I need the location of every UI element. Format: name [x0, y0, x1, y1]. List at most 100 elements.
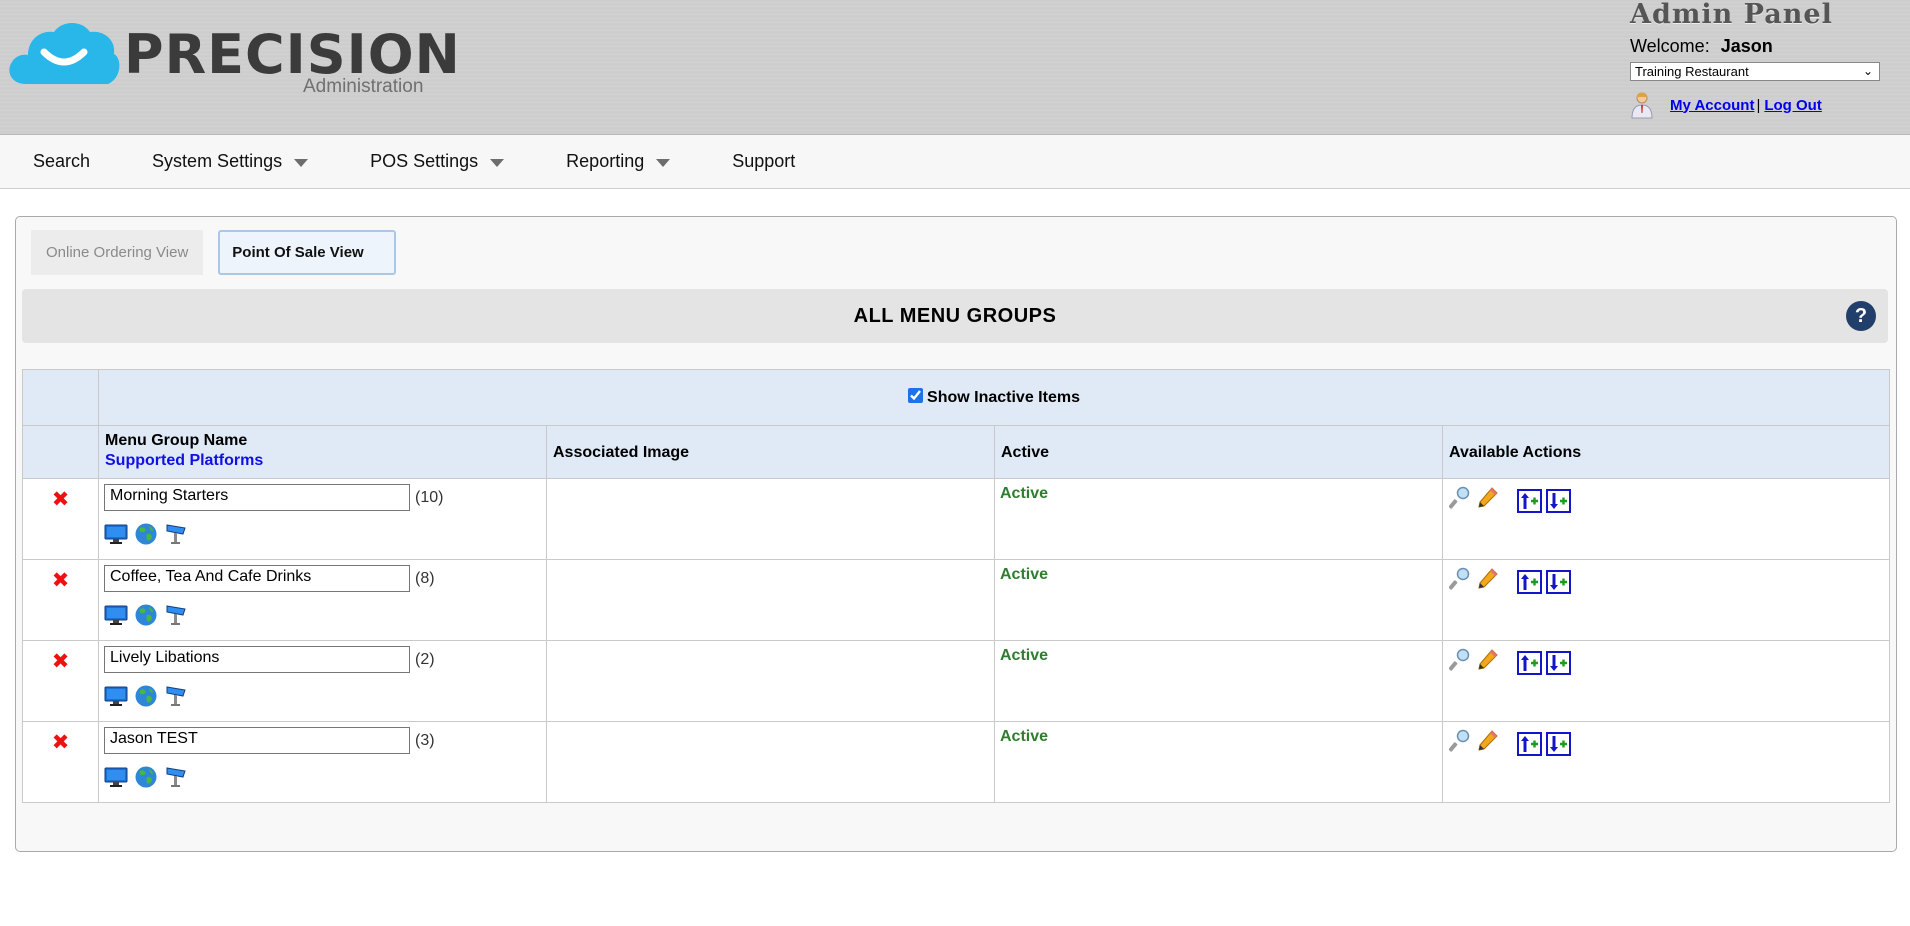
table-row: ✖ Lively Libations (2) Active	[22, 640, 1890, 722]
nav-system-settings[interactable]: System Settings	[152, 151, 309, 172]
status-cell: Active	[994, 478, 1443, 560]
nav-reporting[interactable]: Reporting	[566, 151, 671, 172]
link-separator: |	[1756, 96, 1761, 114]
view-icon[interactable]	[1448, 486, 1471, 515]
panel-title: Admin Panel	[1630, 0, 1833, 30]
nav-pos-settings[interactable]: POS Settings	[370, 151, 505, 172]
monitor-icon	[104, 522, 128, 546]
move-down-icon[interactable]	[1546, 488, 1571, 513]
delete-cell: ✖	[22, 721, 99, 803]
supported-platforms	[104, 765, 546, 789]
move-up-icon[interactable]	[1517, 731, 1542, 756]
status-label: Active	[1000, 566, 1049, 583]
show-inactive-toggle[interactable]: Show Inactive Items	[908, 388, 1080, 406]
delete-icon[interactable]: ✖	[52, 487, 70, 511]
content-panel: Online Ordering View Point Of Sale View …	[15, 216, 1897, 852]
log-out-link[interactable]: Log Out	[1764, 97, 1821, 114]
my-account-link[interactable]: My Account	[1670, 97, 1754, 114]
nav-label: POS Settings	[370, 151, 479, 171]
view-icon[interactable]	[1448, 729, 1471, 758]
monitor-icon	[104, 684, 128, 708]
menu-group-name-input[interactable]: Lively Libations	[104, 646, 410, 673]
menu-group-name-input[interactable]: Jason TEST	[104, 727, 410, 754]
filter-cell: Show Inactive Items	[98, 369, 1890, 426]
move-up-icon[interactable]	[1517, 488, 1542, 513]
globe-icon	[134, 684, 158, 708]
col-image-label: Associated Image	[553, 444, 690, 461]
move-down-icon[interactable]	[1546, 731, 1571, 756]
supported-platforms	[104, 603, 546, 627]
view-icon[interactable]	[1448, 648, 1471, 677]
globe-icon	[134, 765, 158, 789]
restaurant-select[interactable]: Training Restaurant ⌄	[1630, 62, 1880, 81]
kiosk-icon	[164, 684, 188, 708]
table-body: ✖ Morning Starters (10) Active ✖ Coffee,…	[22, 478, 1890, 803]
image-cell	[546, 559, 995, 641]
actions-cell	[1442, 640, 1890, 722]
name-cell: Coffee, Tea And Cafe Drinks (8)	[98, 559, 547, 641]
chevron-down-icon: ⌄	[1862, 64, 1873, 78]
name-cell: Morning Starters (10)	[98, 478, 547, 560]
delete-icon[interactable]: ✖	[52, 730, 70, 754]
caret-down-icon	[656, 158, 671, 167]
kiosk-icon	[164, 522, 188, 546]
col-actions-label: Available Actions	[1449, 444, 1582, 461]
edit-icon[interactable]	[1477, 567, 1499, 596]
actions-cell	[1442, 478, 1890, 560]
move-up-icon[interactable]	[1517, 650, 1542, 675]
menu-groups-table: Show Inactive Items Menu Group Name Supp…	[22, 369, 1890, 803]
tab-online-ordering[interactable]: Online Ordering View	[31, 230, 204, 275]
status-cell: Active	[994, 721, 1443, 803]
main-nav: Search System Settings POS Settings Repo…	[0, 135, 1910, 189]
kiosk-icon	[164, 603, 188, 627]
nav-support[interactable]: Support	[732, 151, 795, 172]
globe-icon	[134, 603, 158, 627]
col-name-label: Menu Group Name	[105, 432, 248, 449]
caret-down-icon	[294, 158, 309, 167]
menu-group-name-input[interactable]: Coffee, Tea And Cafe Drinks	[104, 565, 410, 592]
move-down-icon[interactable]	[1546, 650, 1571, 675]
move-up-icon[interactable]	[1517, 569, 1542, 594]
item-count: (8)	[415, 569, 435, 587]
move-down-icon[interactable]	[1546, 569, 1571, 594]
image-cell	[546, 640, 995, 722]
view-icon[interactable]	[1448, 567, 1471, 596]
delete-cell: ✖	[22, 478, 99, 560]
welcome-label: Welcome:	[1630, 36, 1710, 56]
show-inactive-label: Show Inactive Items	[927, 389, 1080, 406]
precision-logo: PRECISION Administration	[6, 18, 460, 98]
nav-search[interactable]: Search	[33, 151, 90, 172]
item-count: (10)	[415, 488, 444, 506]
table-row: ✖ Morning Starters (10) Active	[22, 478, 1890, 560]
menu-group-name-input[interactable]: Morning Starters	[104, 484, 410, 511]
delete-icon[interactable]: ✖	[52, 568, 70, 592]
col-menu-group-name: Menu Group Name Supported Platforms	[98, 425, 547, 479]
status-label: Active	[1000, 647, 1049, 664]
image-cell	[546, 478, 995, 560]
header: PRECISION Administration Admin Panel Wel…	[0, 0, 1910, 135]
tab-point-of-sale[interactable]: Point Of Sale View	[218, 230, 397, 275]
edit-icon[interactable]	[1477, 648, 1499, 677]
name-cell: Lively Libations (2)	[98, 640, 547, 722]
globe-icon	[134, 522, 158, 546]
brand-subtitle: Administration	[303, 76, 424, 97]
admin-box: Admin Panel Welcome: Jason Training Rest…	[1630, 0, 1892, 119]
item-count: (2)	[415, 650, 435, 668]
edit-icon[interactable]	[1477, 486, 1499, 515]
page-title-bar: ALL MENU GROUPS ?	[22, 289, 1888, 343]
status-label: Active	[1000, 485, 1049, 502]
caret-down-icon	[490, 158, 505, 167]
edit-icon[interactable]	[1477, 729, 1499, 758]
delete-icon[interactable]: ✖	[52, 649, 70, 673]
actions-cell	[1442, 559, 1890, 641]
account-links: My Account | Log Out	[1630, 91, 1892, 119]
delete-cell: ✖	[22, 640, 99, 722]
header-blank	[22, 425, 99, 479]
show-inactive-checkbox[interactable]	[908, 388, 924, 403]
table-row: ✖ Coffee, Tea And Cafe Drinks (8) Active	[22, 559, 1890, 641]
supported-platforms	[104, 522, 546, 546]
col-available-actions: Available Actions	[1442, 425, 1890, 479]
nav-label: Reporting	[566, 151, 645, 171]
col-active: Active	[994, 425, 1443, 479]
help-button[interactable]: ?	[1846, 301, 1876, 331]
